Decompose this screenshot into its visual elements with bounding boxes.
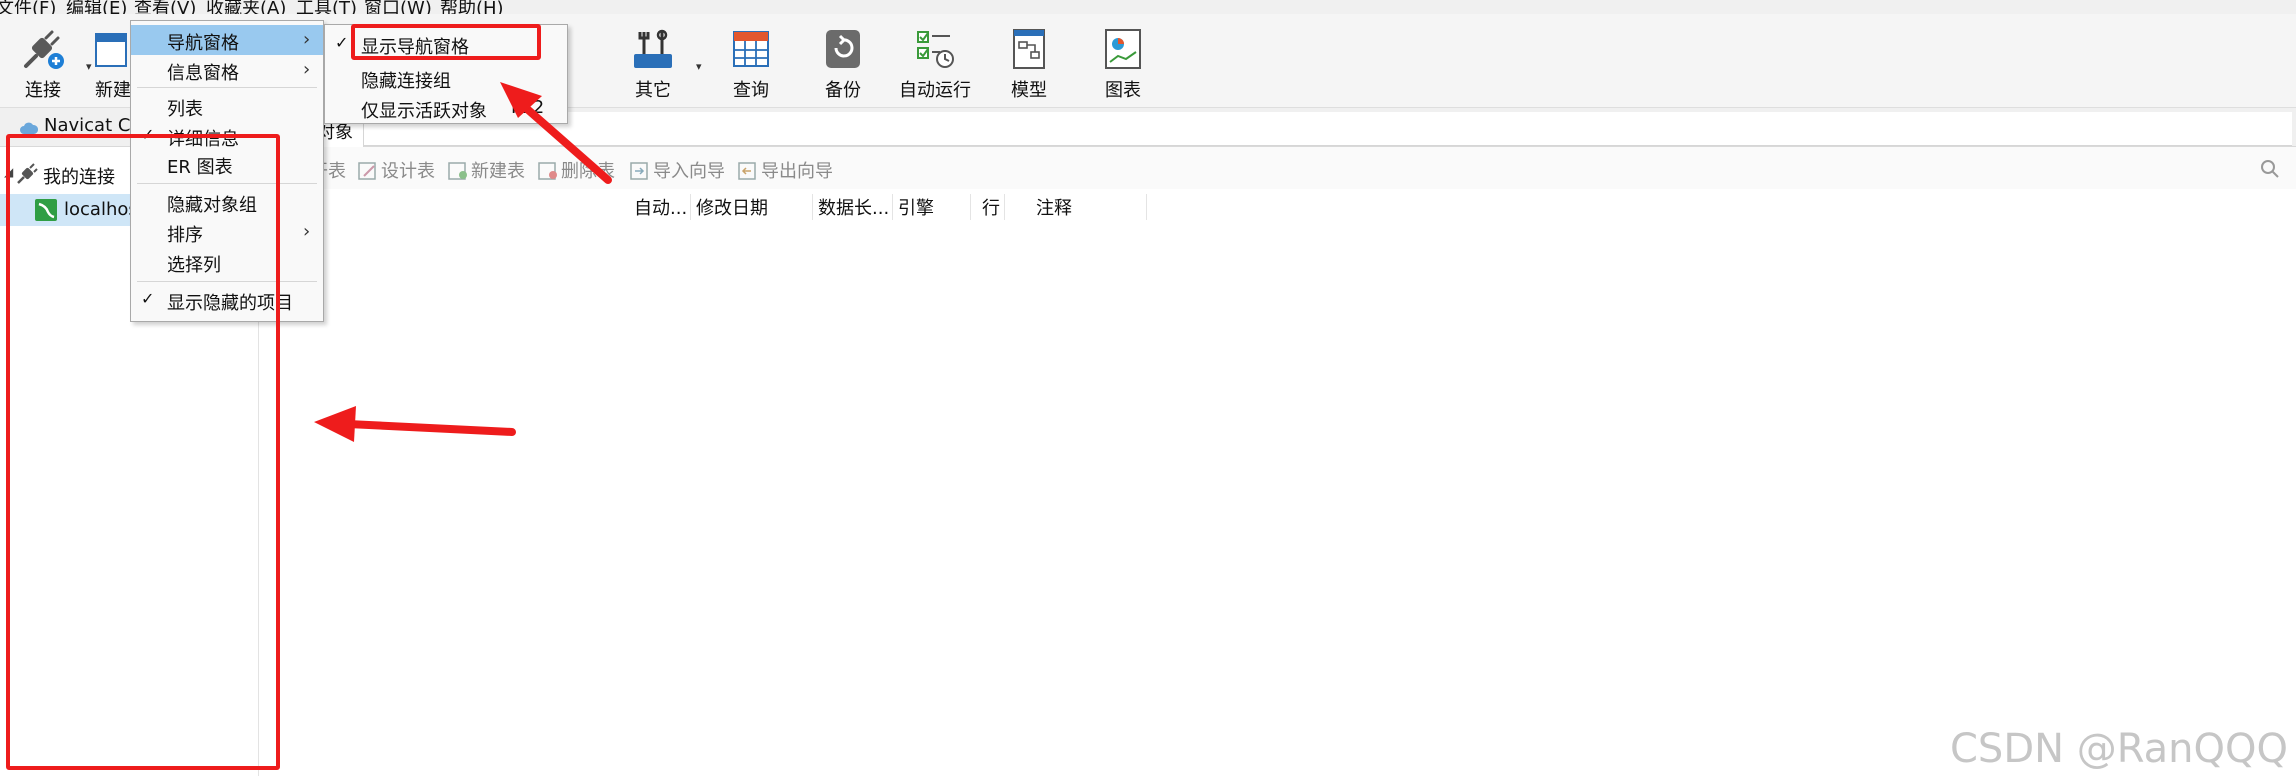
watermark: CSDN @RanQQQ bbox=[1950, 726, 2288, 772]
annotation-arrows bbox=[314, 82, 612, 442]
arrow-to-menu-item bbox=[500, 82, 612, 184]
arrow-to-nav-pane bbox=[314, 406, 516, 442]
